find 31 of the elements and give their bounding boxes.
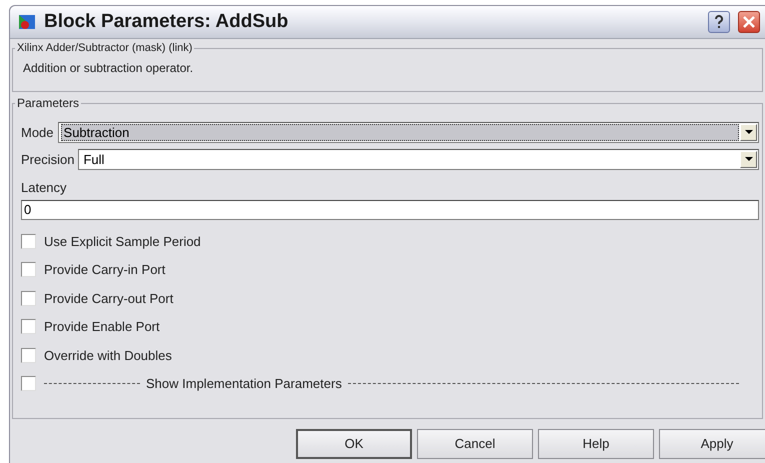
app-icon — [18, 13, 36, 31]
dialog-button[interactable]: Apply — [659, 429, 765, 459]
dialog-button[interactable]: Help — [538, 429, 654, 459]
checkbox[interactable] — [21, 348, 36, 363]
checkbox-label: Override with Doubles — [44, 346, 172, 364]
checkbox-label: Use Explicit Sample Period — [44, 232, 201, 251]
field-label: Precision — [21, 150, 74, 169]
window-title: Block Parameters: AddSub — [44, 10, 290, 34]
field-label: Mode — [21, 124, 54, 142]
checkbox-label: Show Implementation Parameters — [146, 375, 342, 393]
dialog-button[interactable]: OK — [296, 429, 412, 459]
latency-field[interactable]: 0 — [21, 200, 759, 220]
checkbox-label: Provide Carry-in Port — [44, 261, 166, 279]
field-label: Latency — [21, 179, 68, 197]
help-button[interactable] — [708, 11, 730, 33]
checkbox[interactable] — [21, 234, 36, 249]
group-title: Parameters — [16, 95, 80, 112]
checkbox[interactable] — [21, 290, 36, 306]
checkbox[interactable] — [21, 262, 36, 278]
checkbox[interactable] — [21, 376, 36, 392]
close-icon — [743, 16, 755, 28]
close-button[interactable] — [738, 11, 760, 33]
checkbox[interactable] — [21, 319, 36, 334]
checkbox-label: Provide Carry-out Port — [44, 290, 174, 308]
question-icon — [714, 15, 724, 29]
dropdown[interactable]: Full — [78, 149, 759, 170]
checkbox-label: Provide Enable Port — [44, 318, 160, 336]
dialog-button[interactable]: Cancel — [417, 429, 533, 459]
dropdown[interactable]: Subtraction — [58, 122, 759, 143]
description-text: Addition or subtraction operator. — [23, 60, 194, 76]
group-title: Xilinx Adder/Subtractor (mask) (link) — [16, 41, 194, 56]
